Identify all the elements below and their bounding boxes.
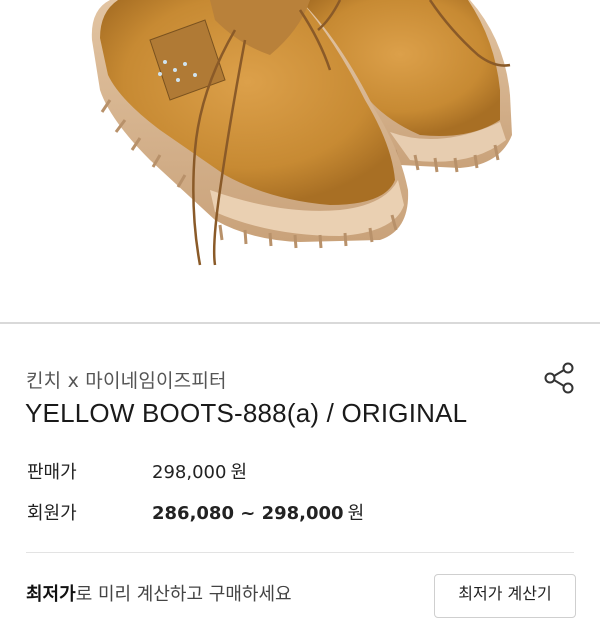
brand-name[interactable]: 킨치 x 마이네임이즈피터 [26, 366, 227, 393]
member-price-amount: 286,080 ~ 298,000 [152, 503, 344, 524]
boots-illustration [91, 0, 512, 266]
sale-price-label: 판매가 [27, 462, 77, 483]
lowest-price-highlight: 최저가 [26, 584, 76, 605]
lowest-price-prompt: 최저가로 미리 계산하고 구매하세요 [26, 580, 292, 606]
section-divider [26, 552, 574, 553]
member-price-unit: 원 [347, 503, 365, 524]
image-divider [0, 322, 600, 324]
sale-price-value: 298,000 원 [152, 458, 247, 484]
lowest-price-text: 로 미리 계산하고 구매하세요 [75, 584, 292, 605]
member-price-value: 286,080 ~ 298,000 원 [152, 499, 364, 525]
sale-price-unit: 원 [230, 462, 247, 483]
sale-price-amount: 298,000 [152, 462, 227, 483]
lowest-price-calculator-button[interactable]: 최저가 계산기 [434, 574, 576, 618]
share-icon[interactable] [540, 358, 580, 398]
product-image[interactable] [0, 0, 600, 322]
member-price-label: 회원가 [27, 503, 77, 524]
product-title: YELLOW BOOTS-888(a) / ORIGINAL [25, 398, 468, 428]
